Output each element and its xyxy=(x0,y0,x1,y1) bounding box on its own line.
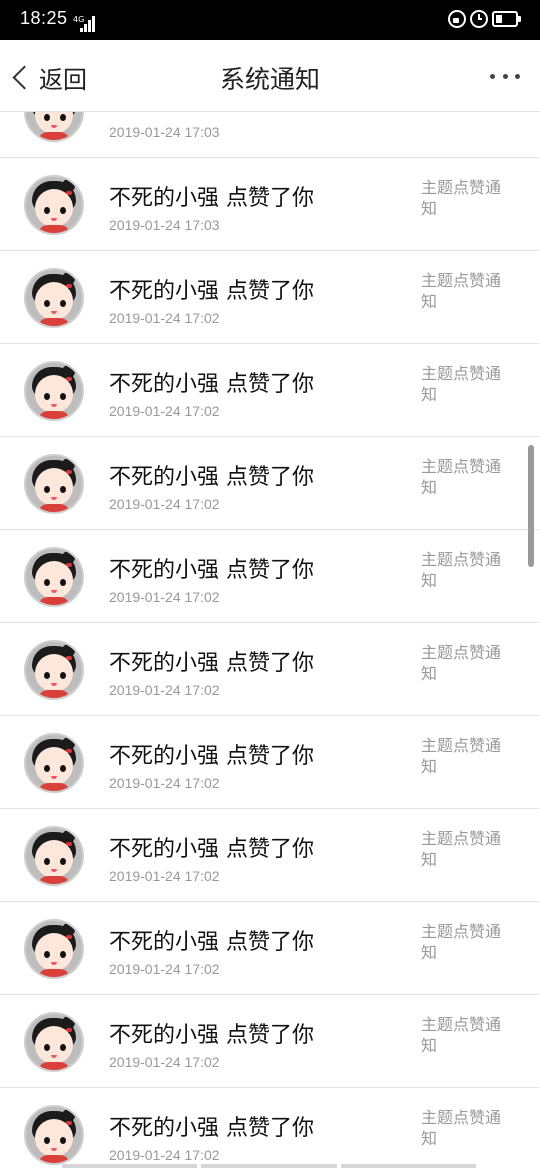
notification-time: 2019-01-24 17:03 xyxy=(109,217,220,233)
notification-item[interactable]: 不死的小强 点赞了你 2019-01-24 17:02 主题点赞通知 xyxy=(0,902,540,995)
notification-type: 主题点赞通知 xyxy=(421,922,502,962)
notification-item[interactable]: 不死的小强 点赞了你 2019-01-24 17:02 主题点赞通知 xyxy=(0,437,540,530)
notification-item[interactable]: 不死的小强 点赞了你 2019-01-24 17:02 主题点赞通知 xyxy=(0,1088,540,1170)
avatar[interactable] xyxy=(24,268,84,328)
notification-type: 主题点赞通知 xyxy=(421,550,502,590)
notification-time: 2019-01-24 17:02 xyxy=(109,496,220,512)
avatar[interactable] xyxy=(24,1105,84,1165)
notification-type: 主题点赞通知 xyxy=(421,364,502,404)
bottom-divider xyxy=(62,1164,476,1168)
avatar[interactable] xyxy=(24,112,84,142)
avatar[interactable] xyxy=(24,733,84,793)
notification-list[interactable]: 2019-01-24 17:03知不死的小强 点赞了你 2019-01-24 17… xyxy=(0,112,540,1170)
notification-item[interactable]: 不死的小强 点赞了你 2019-01-24 17:02 主题点赞通知 xyxy=(0,530,540,623)
notification-time: 2019-01-24 17:02 xyxy=(109,310,220,326)
notification-type: 主题点赞通知 xyxy=(421,1015,502,1055)
battery-icon xyxy=(492,11,521,27)
notification-item[interactable]: 不死的小强 点赞了你 2019-01-24 17:02 主题点赞通知 xyxy=(0,716,540,809)
status-bar: 18:25 4G xyxy=(0,0,540,40)
alarm-icon xyxy=(470,10,488,28)
avatar[interactable] xyxy=(24,547,84,607)
notification-title: 不死的小强 点赞了你 xyxy=(109,372,314,397)
notification-title: 不死的小强 点赞了你 xyxy=(109,1023,314,1048)
avatar[interactable] xyxy=(24,826,84,886)
notification-type: 主题点赞通知 xyxy=(421,178,502,218)
notification-title: 不死的小强 点赞了你 xyxy=(109,1116,314,1141)
notification-item[interactable]: 不死的小强 点赞了你 2019-01-24 17:02 主题点赞通知 xyxy=(0,995,540,1088)
notification-item[interactable]: 不死的小强 点赞了你 2019-01-24 17:02 主题点赞通知 xyxy=(0,251,540,344)
notification-item[interactable]: 不死的小强 点赞了你 2019-01-24 17:02 主题点赞通知 xyxy=(0,809,540,902)
avatar[interactable] xyxy=(24,1012,84,1072)
notification-time: 2019-01-24 17:02 xyxy=(109,961,220,977)
avatar[interactable] xyxy=(24,175,84,235)
avatar[interactable] xyxy=(24,640,84,700)
notification-time: 2019-01-24 17:02 xyxy=(109,1147,220,1163)
rotation-lock-icon xyxy=(448,10,466,28)
avatar[interactable] xyxy=(24,919,84,979)
notification-time: 2019-01-24 17:02 xyxy=(109,403,220,419)
notification-time: 2019-01-24 17:03 xyxy=(109,124,220,140)
notification-title: 不死的小强 点赞了你 xyxy=(109,837,314,862)
notification-type: 主题点赞通知 xyxy=(421,271,502,311)
notification-title: 不死的小强 点赞了你 xyxy=(109,279,314,304)
more-options-button[interactable] xyxy=(490,74,520,84)
notification-type: 主题点赞通知 xyxy=(421,643,502,683)
navigation-bar: 返回 系统通知 xyxy=(0,40,540,112)
notification-type: 主题点赞通知 xyxy=(421,736,502,776)
notification-time: 2019-01-24 17:02 xyxy=(109,589,220,605)
avatar[interactable] xyxy=(24,361,84,421)
notification-item[interactable]: 不死的小强 点赞了你 2019-01-24 17:03 主题点赞通知 xyxy=(0,158,540,251)
signal-icon xyxy=(80,16,98,32)
notification-type: 主题点赞通知 xyxy=(421,457,502,497)
page-title: 系统通知 xyxy=(219,65,320,94)
notification-time: 2019-01-24 17:02 xyxy=(109,868,220,884)
notification-type: 主题点赞通知 xyxy=(421,829,502,869)
notification-item[interactable]: 不死的小强 点赞了你 2019-01-24 17:02 主题点赞通知 xyxy=(0,344,540,437)
notification-time: 2019-01-24 17:02 xyxy=(109,1054,220,1070)
notification-title: 不死的小强 点赞了你 xyxy=(109,651,314,676)
notification-item[interactable]: 不死的小强 点赞了你 2019-01-24 17:02 主题点赞通知 xyxy=(0,623,540,716)
avatar[interactable] xyxy=(24,454,84,514)
notification-item[interactable]: 2019-01-24 17:03知 xyxy=(0,112,540,158)
scrollbar[interactable] xyxy=(528,445,534,567)
notification-time: 2019-01-24 17:02 xyxy=(109,682,220,698)
status-time: 18:25 xyxy=(20,8,68,28)
notification-time: 2019-01-24 17:02 xyxy=(109,775,220,791)
notification-title: 不死的小强 点赞了你 xyxy=(109,744,314,769)
notification-title: 不死的小强 点赞了你 xyxy=(109,930,314,955)
notification-title: 不死的小强 点赞了你 xyxy=(109,558,314,583)
more-dots-icon xyxy=(490,74,495,79)
notification-type: 主题点赞通知 xyxy=(421,1108,502,1148)
notification-title: 不死的小强 点赞了你 xyxy=(109,465,314,490)
notification-title: 不死的小强 点赞了你 xyxy=(109,186,314,211)
